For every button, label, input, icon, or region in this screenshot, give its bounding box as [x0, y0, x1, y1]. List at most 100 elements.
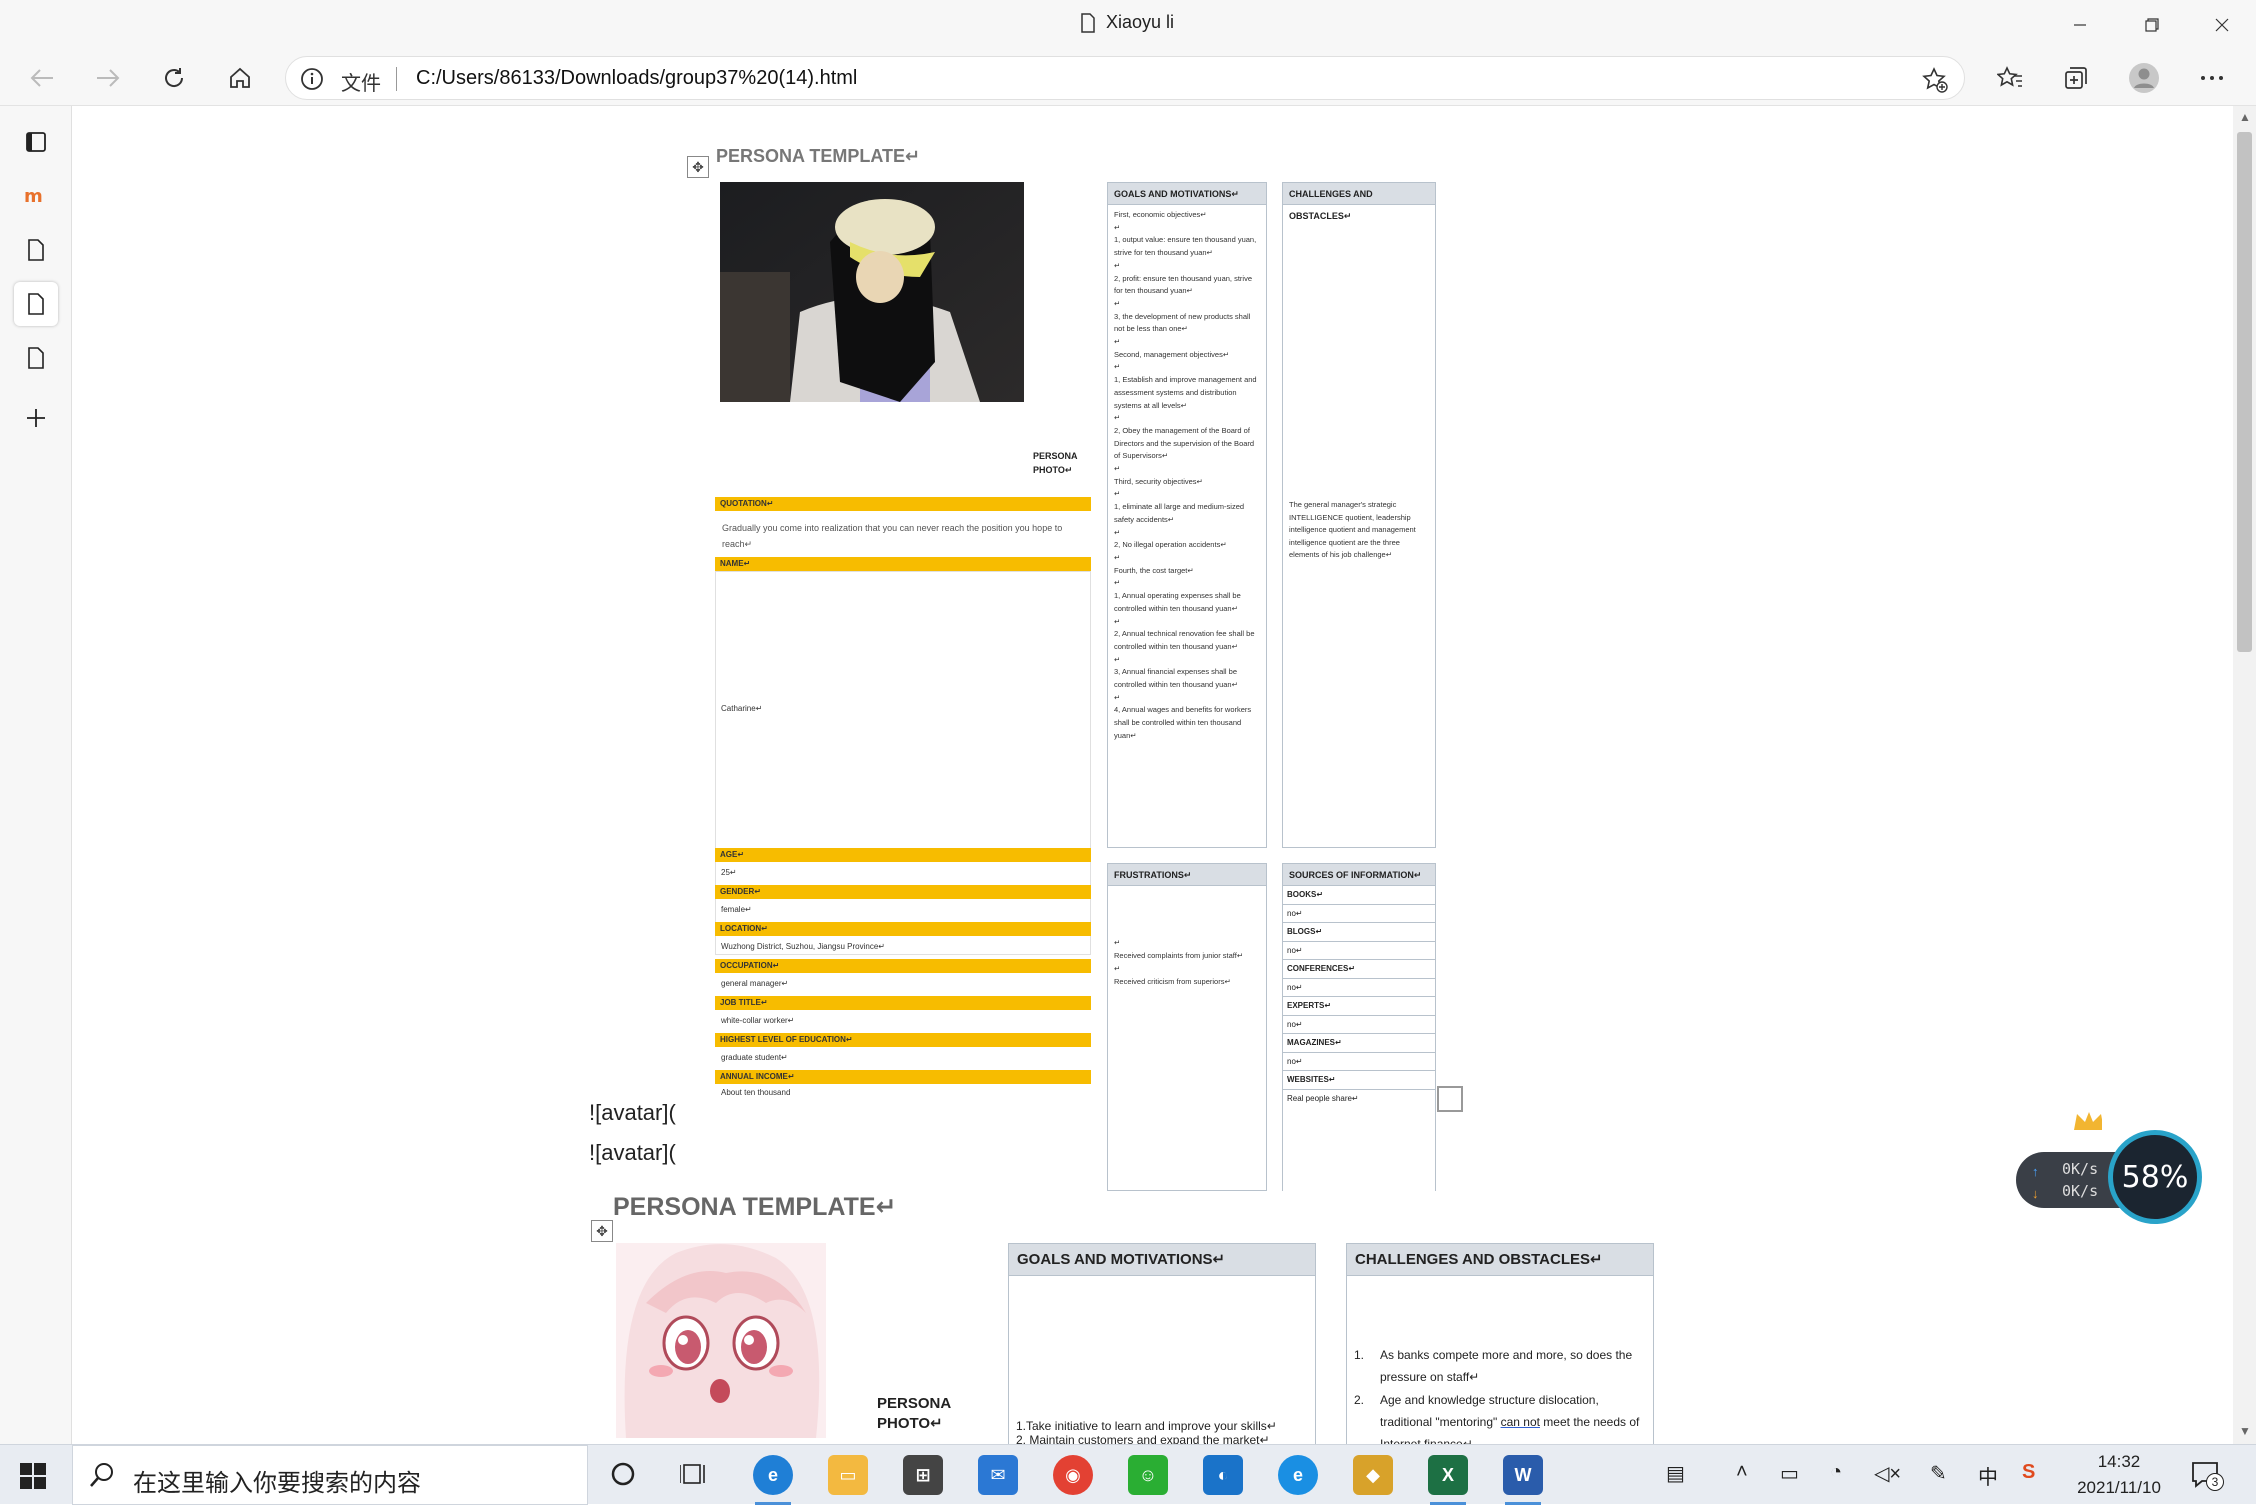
- word-taskbar-icon[interactable]: W: [1503, 1455, 1543, 1505]
- file-explorer-taskbar-icon[interactable]: ▭: [828, 1455, 868, 1495]
- page-icon: [28, 347, 44, 369]
- mail-taskbar-icon[interactable]: ✉: [978, 1455, 1018, 1495]
- markdown-line-2: ![avatar](: [589, 1140, 676, 1165]
- network-speed-widget[interactable]: ↑ 0K/s ↓ 0K/s 58%: [2016, 1112, 2202, 1224]
- table-resize-handle[interactable]: [1437, 1086, 1463, 1112]
- store-taskbar-icon[interactable]: ⊞: [903, 1455, 943, 1495]
- notification-center-button[interactable]: 3: [2190, 1459, 2224, 1496]
- challenges-box: CHALLENGES AND OBSTACLES↵ The general ma…: [1282, 182, 1436, 848]
- persona2-goals-item-2: 2. Maintain customers and expand the mar…: [1016, 1433, 1270, 1444]
- pen-icon[interactable]: ✎: [1930, 1461, 1947, 1486]
- books-value: no↵: [1283, 905, 1435, 923]
- education-label: HIGHEST LEVEL OF EDUCATION↵: [715, 1033, 1091, 1047]
- avatar-icon: [2129, 63, 2159, 93]
- experts-label: EXPERTS↵: [1283, 997, 1435, 1016]
- scroll-up-icon[interactable]: ▲: [2239, 110, 2251, 124]
- edge-taskbar-icon[interactable]: e: [753, 1455, 793, 1505]
- websites-label: WEBSITES↵: [1283, 1071, 1435, 1090]
- address-bar[interactable]: 文件 C:/Users/86133/Downloads/group37%20(1…: [285, 56, 1965, 100]
- task-view-button[interactable]: [679, 1461, 708, 1492]
- restore-button[interactable]: [2118, 0, 2186, 50]
- anime-avatar-image: [616, 1243, 826, 1438]
- back-button[interactable]: [22, 58, 62, 98]
- books-label: BOOKS↵: [1283, 886, 1435, 905]
- tab-actions-button[interactable]: [14, 120, 58, 164]
- page-icon: [28, 293, 44, 315]
- close-icon: [2215, 18, 2229, 32]
- persona2-goals-header: GOALS AND MOTIVATIONS↵: [1009, 1244, 1315, 1276]
- sogou-input-icon[interactable]: S: [2022, 1461, 2035, 1484]
- cortana-button[interactable]: [610, 1461, 636, 1492]
- persona2-challenge-2-text: Age and knowledge structure dislocation,…: [1354, 1389, 1644, 1444]
- name-value: Catharine↵: [721, 704, 763, 713]
- conferences-value: no↵: [1283, 979, 1435, 997]
- add-favorite-icon[interactable]: [1922, 67, 1948, 93]
- tab-panel-icon: [26, 132, 46, 152]
- age-label: AGE↵: [715, 848, 1091, 862]
- table-move-handle-icon[interactable]: ✥: [591, 1220, 613, 1242]
- sidebar-tab-3[interactable]: [14, 282, 58, 326]
- profile-button[interactable]: [2124, 58, 2164, 98]
- more-menu-button[interactable]: [2192, 58, 2232, 98]
- upload-arrow-icon: ↑: [2032, 1164, 2039, 1179]
- info-icon[interactable]: [300, 67, 324, 91]
- scrollbar-thumb[interactable]: [2237, 132, 2252, 652]
- more-horizontal-icon: [2201, 76, 2223, 80]
- persona2-challenges-box: CHALLENGES AND OBSTACLES↵ 1. As banks co…: [1346, 1243, 1654, 1444]
- goals-text: First, economic objectives↵ ↵ 1, output …: [1114, 210, 1257, 740]
- browser-taskbar-icon[interactable]: ◐: [1203, 1455, 1243, 1495]
- quotation-label: QUOTATION↵: [715, 497, 1091, 511]
- sidebar-tab-1[interactable]: m: [14, 174, 58, 218]
- occupation-value: general manager↵: [721, 979, 789, 988]
- clock[interactable]: 14:32 2021/11/10: [2064, 1449, 2174, 1501]
- excel-taskbar-icon[interactable]: X: [1428, 1455, 1468, 1505]
- occupation-label: OCCUPATION↵: [715, 959, 1091, 973]
- plus-icon: [27, 409, 45, 427]
- window-title-text: Xiaoyu li: [1106, 12, 1175, 32]
- sidebar-tab-2[interactable]: [14, 228, 58, 272]
- age-value: 25↵: [721, 868, 737, 877]
- title-bar: Xiaoyu li: [0, 0, 2256, 50]
- tray-expand-icon[interactable]: ˄: [1736, 1461, 1748, 1484]
- sidebar-tab-4[interactable]: [14, 336, 58, 380]
- persona2-challenge-2: 2. Age and knowledge structure dislocati…: [1354, 1389, 1644, 1444]
- conferences-label: CONFERENCES↵: [1283, 960, 1435, 979]
- memory-usage-circle: 58%: [2108, 1130, 2202, 1224]
- taskbar-search-box[interactable]: 在这里输入你要搜索的内容: [72, 1445, 588, 1505]
- browser-toolbar: 文件 C:/Users/86133/Downloads/group37%20(1…: [0, 50, 2256, 106]
- internet-explorer-taskbar-icon[interactable]: e: [1278, 1455, 1318, 1495]
- scroll-down-icon[interactable]: ▼: [2239, 1424, 2251, 1438]
- home-button[interactable]: [220, 58, 260, 98]
- persona2-goals-item-1: 1.Take initiative to learn and improve y…: [1016, 1419, 1277, 1433]
- frustrations-header: FRUSTRATIONS↵: [1108, 864, 1266, 886]
- crown-icon: [2074, 1112, 2102, 1130]
- favorites-button[interactable]: [1990, 58, 2030, 98]
- collections-icon: [2065, 67, 2087, 89]
- chrome-taskbar-icon[interactable]: ◉: [1053, 1455, 1093, 1495]
- persona2-challenges-header: CHALLENGES AND OBSTACLES↵: [1347, 1244, 1653, 1276]
- news-widget-icon[interactable]: ▤: [1666, 1461, 1685, 1486]
- home-icon: [230, 67, 250, 88]
- gender-label: GENDER↵: [715, 885, 1091, 899]
- vertical-scrollbar[interactable]: ▲ ▼: [2233, 106, 2256, 1444]
- url-text[interactable]: C:/Users/86133/Downloads/group37%20(14).…: [416, 67, 857, 90]
- minimize-button[interactable]: [2046, 0, 2114, 50]
- table-move-handle-icon[interactable]: ✥: [687, 156, 709, 178]
- game-taskbar-icon[interactable]: ◆: [1353, 1455, 1393, 1495]
- collections-button[interactable]: [2056, 58, 2096, 98]
- new-tab-button[interactable]: [14, 396, 58, 440]
- close-button[interactable]: [2188, 0, 2256, 50]
- ime-indicator[interactable]: 中: [1978, 1461, 1998, 1490]
- battery-icon[interactable]: ▭: [1780, 1461, 1799, 1486]
- wifi-icon[interactable]: ◔: [1830, 1461, 1842, 1484]
- refresh-button[interactable]: [154, 58, 194, 98]
- start-button[interactable]: [20, 1463, 46, 1494]
- persona1-photo-cell: PERSONA PHOTO↵: [718, 182, 1093, 475]
- notification-count-badge: 3: [2206, 1473, 2224, 1491]
- list-number: 2.: [1354, 1393, 1365, 1407]
- cortana-circle-icon: [611, 1462, 635, 1486]
- forward-button[interactable]: [88, 58, 128, 98]
- site-logo-icon: m: [24, 186, 43, 206]
- volume-muted-icon[interactable]: ◁×: [1874, 1461, 1901, 1486]
- wechat-taskbar-icon[interactable]: ☺: [1128, 1455, 1168, 1495]
